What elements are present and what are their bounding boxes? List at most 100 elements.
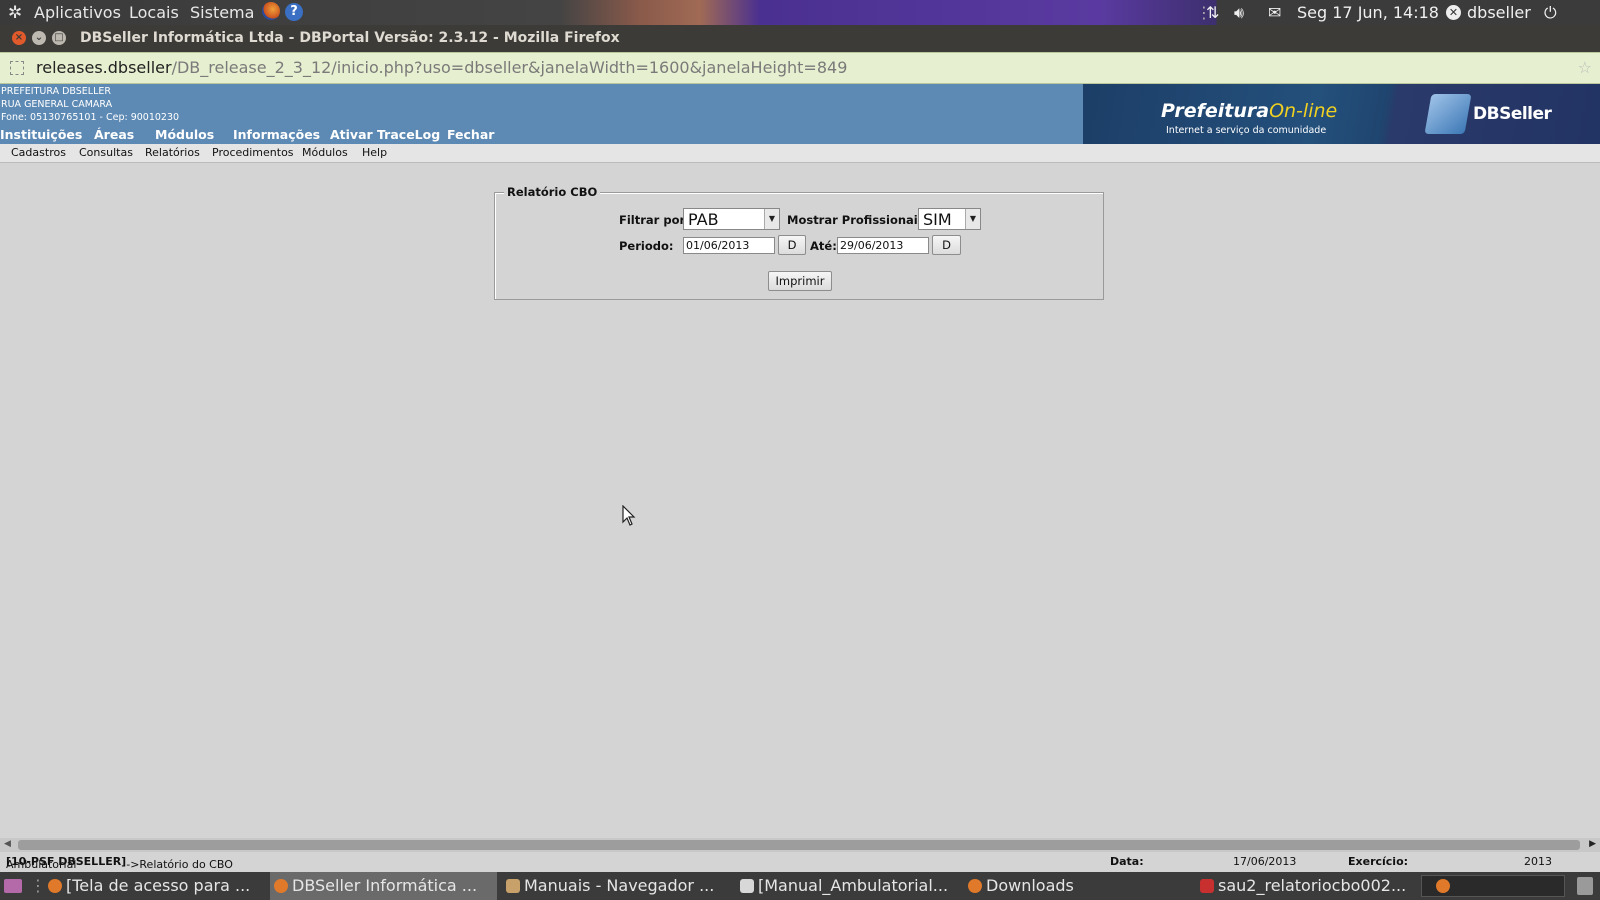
to-label: Até: [810, 239, 837, 253]
task-manual-ambulatorial[interactable]: [Manual_Ambulatorial... [736, 872, 958, 900]
url-bar[interactable]: releases.dbseller/DB_release_2_3_12/inic… [0, 52, 1600, 84]
ubuntu-logo-icon[interactable]: ✲ [8, 4, 22, 23]
firefox-icon [968, 879, 982, 893]
status-bar: Ambulatorial [10-PSF DBSELLER] ->Relatório… [0, 852, 1600, 872]
dbseller-logo-text: DBSeller [1473, 104, 1552, 124]
help-icon[interactable]: ? [285, 3, 303, 21]
scroll-left-icon[interactable]: ◀ [4, 839, 11, 849]
date-from-input[interactable]: 01/06/2013 [683, 237, 775, 254]
filter-label: Filtrar por: [619, 213, 690, 227]
mail-icon[interactable]: ✉ [1268, 3, 1281, 22]
top-panel: ✲ Aplicativos Locais Sistema ? ⋮ ⇅ 🔊︎ ✉ … [0, 0, 1600, 25]
chevron-down-icon[interactable]: ▼ [764, 209, 779, 229]
submenu-help[interactable]: Help [362, 146, 387, 159]
window-titlebar: × ⌄ □ DBSeller Informática Ltda - DBPort… [0, 25, 1600, 52]
menu-informacoes[interactable]: Informações [233, 127, 320, 142]
minimize-window-icon[interactable]: ⌄ [32, 31, 46, 45]
site-identity-icon[interactable] [10, 61, 24, 75]
firefox-icon [48, 879, 62, 893]
scroll-right-icon[interactable]: ▶ [1589, 839, 1596, 849]
pdf-icon [1200, 879, 1214, 893]
bookmark-star-icon[interactable]: ☆ [1578, 58, 1592, 77]
task-label: Downloads [986, 876, 1074, 895]
task-label: [Manual_Ambulatorial... [758, 876, 949, 895]
volume-icon[interactable]: 🔊︎ [1234, 3, 1244, 22]
firefox-icon [274, 879, 288, 893]
submenu-cadastros[interactable]: Cadastros [11, 146, 66, 159]
org-line-1: PREFEITURA DBSELLER [1, 86, 111, 97]
horizontal-scrollbar[interactable]: ◀ ▶ [0, 838, 1600, 852]
menu-sistema[interactable]: Sistema [190, 3, 254, 22]
task-sau2-relatoriocbo[interactable]: sau2_relatoriocbo002... [1196, 872, 1418, 900]
mouse-cursor-icon [622, 505, 636, 526]
org-line-3: Fone: 05130765101 - Cep: 90010230 [1, 112, 180, 123]
taskbar: ⋮ [Tela de acesso para ... DBSeller Info… [0, 872, 1600, 900]
task-dbseller-informatica[interactable]: DBSeller Informática ... [270, 872, 497, 900]
status-path-suffix: ->Relatório do CBO [126, 858, 233, 871]
banner-tagline: Internet a serviço da comunidade [1166, 125, 1327, 136]
menu-locais[interactable]: Locais [129, 3, 179, 22]
menu-modulos[interactable]: Módulos [155, 127, 214, 142]
organization-address: PREFEITURA DBSELLER RUA GENERAL CAMARA F… [1, 85, 179, 124]
chevron-down-icon[interactable]: ▼ [965, 209, 980, 229]
url-text[interactable]: releases.dbseller/DB_release_2_3_12/inic… [36, 58, 847, 77]
task-tela-de-acesso[interactable]: [Tela de acesso para ... [44, 872, 265, 900]
user-name[interactable]: dbseller [1467, 3, 1531, 22]
power-icon[interactable]: ⏻ [1544, 3, 1557, 22]
filter-select[interactable]: PAB ▼ [683, 208, 780, 230]
report-legend: Relatório CBO [504, 185, 601, 199]
prefeitura-online-banner: PrefeituraOn-line Internet a serviço da … [1083, 84, 1600, 144]
dbseller-logo-icon [1424, 94, 1472, 134]
firefox-icon [1436, 879, 1450, 893]
task-label: sau2_relatoriocbo002... [1218, 876, 1407, 895]
task-label: DBSeller Informática ... [292, 876, 478, 895]
url-path: /DB_release_2_3_12/inicio.php?uso=dbsell… [171, 58, 848, 77]
status-exercicio-label: Exercício: [1348, 855, 1409, 868]
firefox-launcher-icon[interactable] [262, 2, 280, 20]
task-label: Manuais - Navegador ... [524, 876, 715, 895]
banner-title: PrefeituraOn-line [1161, 100, 1337, 122]
trash-icon[interactable] [1577, 877, 1593, 895]
clock[interactable]: Seg 17 Jun, 14:18 [1297, 3, 1439, 22]
show-professionals-select[interactable]: SIM ▼ [918, 208, 981, 230]
show-desktop-icon[interactable] [4, 879, 22, 893]
menu-aplicativos[interactable]: Aplicativos [34, 3, 121, 22]
menu-instituicoes[interactable]: Instituições [0, 127, 82, 142]
submenu-modulos[interactable]: Módulos [302, 146, 348, 159]
print-button[interactable]: Imprimir [768, 271, 832, 291]
banner-title-online: On-line [1269, 100, 1338, 122]
window-title: DBSeller Informática Ltda - DBPortal Ver… [80, 30, 620, 46]
menu-ativar-tracelog[interactable]: Ativar TraceLog [330, 127, 440, 142]
filter-select-value: PAB [688, 210, 719, 229]
status-date-value: 17/06/2013 [1233, 855, 1297, 868]
maximize-window-icon[interactable]: □ [52, 31, 66, 45]
close-window-icon[interactable]: × [12, 31, 26, 45]
task-downloads[interactable]: Downloads [964, 872, 1184, 900]
date-to-picker-button[interactable]: D [932, 235, 961, 255]
url-host: releases.dbseller [36, 58, 172, 77]
sub-menu: Cadastros Consultas Relatórios Procedime… [0, 144, 1600, 163]
submenu-procedimentos[interactable]: Procedimentos [212, 146, 294, 159]
menu-fechar[interactable]: Fechar [447, 127, 494, 142]
date-to-input[interactable]: 29/06/2013 [837, 237, 929, 254]
menu-areas[interactable]: Áreas [94, 127, 134, 142]
status-path: Ambulatorial [10-PSF DBSELLER] ->Relatório… [6, 855, 233, 871]
show-professionals-label: Mostrar Profissionais: [787, 213, 930, 227]
date-from-picker-button[interactable]: D [778, 235, 806, 255]
status-path-prefix: Ambulatorial [6, 858, 77, 871]
submenu-consultas[interactable]: Consultas [79, 146, 133, 159]
folder-icon [506, 879, 520, 893]
scrollbar-thumb[interactable] [18, 840, 1580, 850]
document-icon [740, 879, 754, 893]
task-label: [Tela de acesso para ... [66, 876, 251, 895]
show-professionals-value: SIM [923, 210, 952, 229]
network-icon[interactable]: ⇅ [1206, 3, 1219, 22]
user-status-icon[interactable]: ✕ [1446, 5, 1461, 20]
org-line-2: RUA GENERAL CAMARA [1, 99, 113, 110]
status-exercicio-value: 2013 [1524, 855, 1552, 868]
status-date-label: Data: [1110, 855, 1144, 868]
task-manuais-navegador[interactable]: Manuais - Navegador ... [502, 872, 730, 900]
banner-title-prefeitura: Prefeitura [1161, 100, 1270, 122]
submenu-relatorios[interactable]: Relatórios [145, 146, 200, 159]
workspace-switcher[interactable] [1421, 875, 1565, 897]
